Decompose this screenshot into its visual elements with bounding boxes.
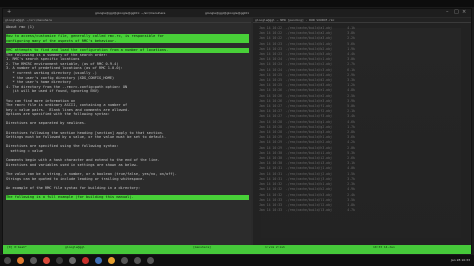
window-controls: – □ ×: [446, 10, 467, 15]
minimize-icon[interactable]: –: [446, 10, 451, 15]
left-pane[interactable]: gloogle@ggl ~/src/menuhere About rmc (1)…: [3, 18, 251, 245]
left-pane-lines: About rmc (1) How to access/customize fi…: [3, 23, 251, 200]
file-list-line: Jan 14 10:24 ./rmc/cache/build/c2.obj 2.…: [259, 62, 355, 67]
top-shell-bar: [0, 0, 474, 7]
terminal-titlebar: + gloogle@ggl@gloogle@ggl01: ~/src/menuh…: [3, 9, 471, 17]
file-list-line: Jan 14 10:27 ./rmc/cache/build/f3.obj 3.…: [259, 114, 355, 119]
music-icon[interactable]: [82, 257, 89, 264]
terminal-tab-1[interactable]: gloogle@ggl@gloogle@ggl01: ~/src/menuher…: [95, 11, 165, 15]
chrome-icon[interactable]: [43, 257, 50, 264]
store-icon[interactable]: [108, 257, 115, 264]
status-cell: gloogle@ggl: [65, 245, 85, 249]
file-list-line: Jan 14 10:22 ./rmc/cache/build/a3.obj 2.…: [259, 36, 355, 41]
file-list-line: Jan 14 10:31 ./rmc/cache/build/j1.obj 4.…: [259, 166, 355, 171]
file-list-line: Jan 14 10:29 ./rmc/cache/build/h2.obj 4.…: [259, 140, 355, 145]
new-tab-icon[interactable]: +: [7, 10, 12, 15]
terminal-icon[interactable]: [56, 257, 63, 264]
status-cell: 1:vim 2:zsh: [265, 245, 285, 249]
editor-icon[interactable]: [95, 257, 102, 264]
taskbar-tray[interactable]: Jan 28 10:33: [451, 258, 470, 262]
terminal-window: + gloogle@ggl@gloogle@ggl01: ~/src/menuh…: [2, 8, 472, 254]
files-icon[interactable]: [30, 257, 37, 264]
maximize-icon[interactable]: □: [454, 10, 459, 15]
status-cell: [0] 0:bash*: [7, 245, 27, 249]
file-list-line: Jan 14 10:33 ./rmc/cache/build/l3.obj 4.…: [259, 208, 355, 213]
app3-icon[interactable]: [147, 257, 154, 264]
status-cell: 10:33 14-Jan: [373, 245, 395, 249]
tmux-status-bar: [0] 0:bash* gloogle@ggl [menuhere] 1:vim 2:…: [3, 245, 471, 254]
taskbar: Jan 28 10:33: [0, 255, 474, 266]
terminal-tab-2[interactable]: gloogle@ggl@gloogle@ggl01: [205, 11, 249, 15]
terminal-line: The following is a full example (for bui…: [6, 194, 249, 200]
app2-icon[interactable]: [134, 257, 141, 264]
status-cell: [menuhere]: [193, 245, 212, 249]
app-icon[interactable]: [121, 257, 128, 264]
browser-icon[interactable]: [17, 257, 24, 264]
file-list-line: Jan 14 10:32 ./rmc/cache/build/k3.obj 2.…: [259, 192, 355, 197]
right-pane-header: gloogle@ggl ~ NEW [pending] - RUN SOURCE…: [253, 18, 471, 23]
right-pane[interactable]: gloogle@ggl ~ NEW [pending] - RUN SOURCE…: [253, 18, 471, 245]
close-icon[interactable]: ×: [462, 10, 467, 15]
menu-icon[interactable]: [4, 257, 11, 264]
tmux-panes: gloogle@ggl ~/src/menuhere About rmc (1)…: [3, 18, 471, 245]
file-list-line: Jan 14 10:32 ./rmc/cache/build/k2.obj 4.…: [259, 187, 355, 192]
file-list-line: Jan 14 10:26 ./rmc/cache/build/e1.obj 4.…: [259, 88, 355, 93]
right-pane-lines: Jan 14 10:22 ./rmc/cache/build/a1.obj 4.…: [259, 26, 355, 213]
settings-icon[interactable]: [69, 257, 76, 264]
